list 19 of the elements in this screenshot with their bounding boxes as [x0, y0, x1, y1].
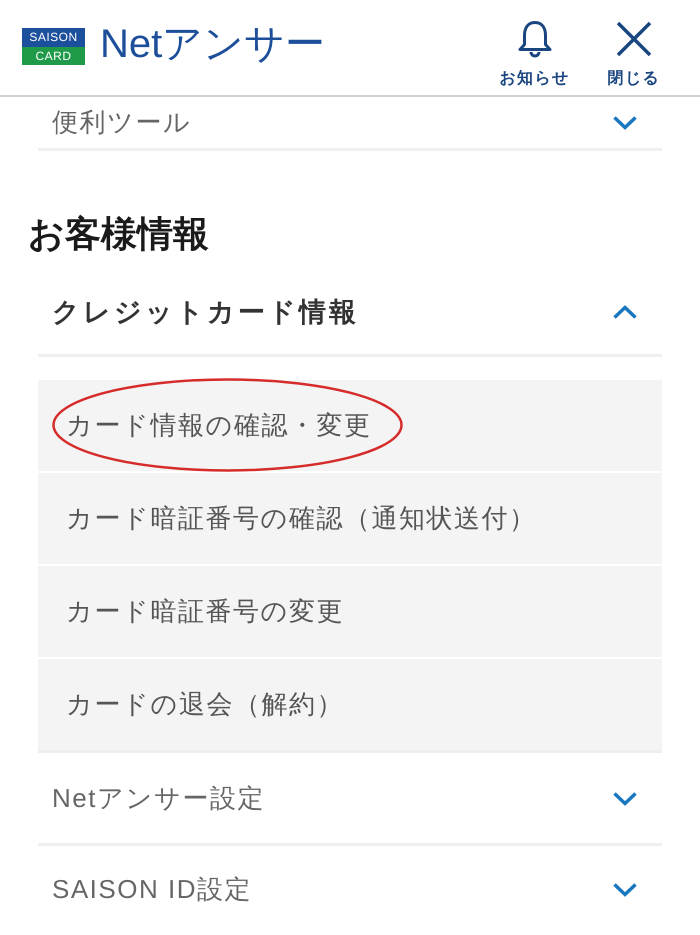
close-button[interactable]: 閉じる: [608, 20, 660, 89]
accordion-row[interactable]: クレジットカード情報: [38, 270, 662, 357]
section-heading: お客様情報: [28, 212, 210, 255]
close-icon: [614, 20, 653, 58]
accordion-row[interactable]: Netアンサー設定: [38, 753, 662, 846]
chevron-down-icon: [612, 790, 638, 806]
accordion-row[interactable]: 便利ツール: [38, 97, 662, 151]
notifications-button[interactable]: お知らせ: [500, 20, 570, 89]
bell-icon: [516, 20, 554, 58]
menu-item[interactable]: カード暗証番号の変更: [38, 566, 662, 657]
chevron-down-icon: [612, 882, 638, 896]
menu-item[interactable]: カードの退会（解約）: [38, 659, 662, 750]
card-logo: SAISON CARD: [22, 28, 85, 65]
chevron-up-icon: [612, 304, 638, 320]
accordion-row[interactable]: SAISON ID設定: [38, 846, 662, 932]
menu-item[interactable]: カード情報の確認・変更: [38, 380, 662, 471]
chevron-down-icon: [612, 115, 638, 130]
menu-item[interactable]: カード暗証番号の確認（通知状送付）: [38, 473, 662, 564]
app-title: Netアンサー: [100, 24, 326, 64]
